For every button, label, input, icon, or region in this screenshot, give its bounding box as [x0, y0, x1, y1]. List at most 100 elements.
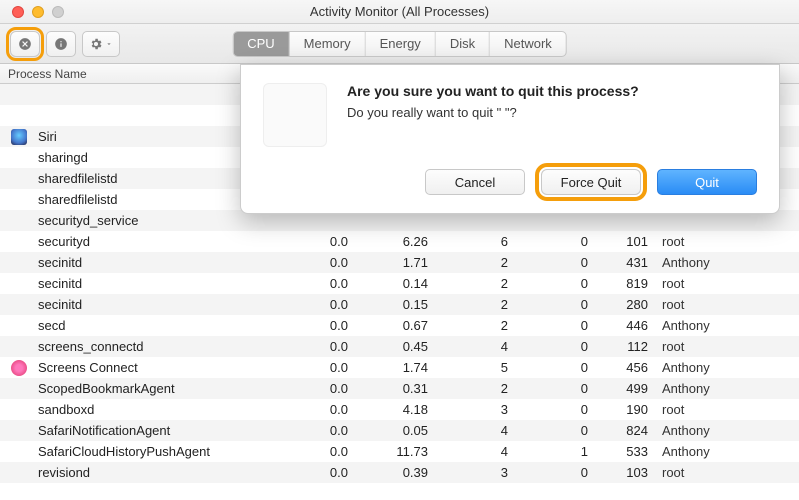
process-col-c1: 0.0: [288, 444, 358, 459]
quit-button[interactable]: Quit: [657, 169, 757, 195]
process-col-c2: 4.18: [358, 402, 438, 417]
table-row[interactable]: SafariCloudHistoryPushAgent0.011.7341533…: [0, 441, 799, 462]
process-name: screens_connectd: [38, 339, 288, 354]
process-name: revisiond: [38, 465, 288, 480]
tab-memory[interactable]: Memory: [290, 32, 366, 56]
table-row[interactable]: ScopedBookmarkAgent0.00.3120499Anthony: [0, 378, 799, 399]
process-col-c4: 0: [518, 276, 598, 291]
process-name: securityd_service: [38, 213, 288, 228]
process-col-c5: 431: [598, 255, 658, 270]
tab-group: CPU Memory Energy Disk Network: [232, 31, 567, 57]
info-button[interactable]: [46, 31, 76, 57]
process-col-c2: 0.39: [358, 465, 438, 480]
process-col-c5: 456: [598, 360, 658, 375]
process-col-c3: 2: [438, 297, 518, 312]
process-col-c5: 533: [598, 444, 658, 459]
process-col-c4: 0: [518, 318, 598, 333]
siri-icon: [11, 129, 27, 145]
process-col-c3: 4: [438, 339, 518, 354]
process-col-c1: 0.0: [288, 465, 358, 480]
process-col-c2: 6.26: [358, 234, 438, 249]
process-col-c4: 0: [518, 402, 598, 417]
process-col-c3: 6: [438, 234, 518, 249]
process-user: root: [658, 234, 791, 249]
process-name: securityd: [38, 234, 288, 249]
dialog-title: Are you sure you want to quit this proce…: [347, 83, 639, 99]
toolbar: CPU Memory Energy Disk Network: [0, 24, 799, 64]
process-col-c1: 0.0: [288, 297, 358, 312]
table-row[interactable]: secinitd0.00.1520280root: [0, 294, 799, 315]
process-col-c2: 11.73: [358, 444, 438, 459]
process-col-c5: 824: [598, 423, 658, 438]
column-header-process-name[interactable]: Process Name: [8, 67, 87, 81]
titlebar: Activity Monitor (All Processes): [0, 0, 799, 24]
process-icon-cell: [0, 129, 38, 145]
process-col-c2: 0.67: [358, 318, 438, 333]
tab-disk[interactable]: Disk: [436, 32, 490, 56]
table-row[interactable]: secd0.00.6720446Anthony: [0, 315, 799, 336]
process-user: root: [658, 465, 791, 480]
table-row[interactable]: SafariNotificationAgent0.00.0540824Antho…: [0, 420, 799, 441]
gear-menu-button[interactable]: [82, 31, 120, 57]
process-col-c1: 0.0: [288, 381, 358, 396]
table-row[interactable]: Screens Connect0.01.7450456Anthony: [0, 357, 799, 378]
process-col-c3: 2: [438, 276, 518, 291]
process-icon-cell: [0, 360, 38, 376]
process-col-c4: 0: [518, 297, 598, 312]
process-col-c3: 2: [438, 255, 518, 270]
tab-network[interactable]: Network: [490, 32, 566, 56]
process-user: root: [658, 402, 791, 417]
process-name: SafariCloudHistoryPushAgent: [38, 444, 288, 459]
process-user: Anthony: [658, 423, 791, 438]
stop-icon: [18, 37, 32, 51]
process-col-c1: 0.0: [288, 402, 358, 417]
process-name: sandboxd: [38, 402, 288, 417]
gear-icon: [89, 37, 103, 51]
process-col-c2: 1.71: [358, 255, 438, 270]
process-col-c1: 0.0: [288, 255, 358, 270]
process-col-c4: 0: [518, 423, 598, 438]
process-col-c4: 0: [518, 234, 598, 249]
process-user: Anthony: [658, 318, 791, 333]
process-name: SafariNotificationAgent: [38, 423, 288, 438]
table-row[interactable]: secinitd0.00.1420819root: [0, 273, 799, 294]
screens-icon: [11, 360, 27, 376]
process-col-c5: 280: [598, 297, 658, 312]
process-name: secinitd: [38, 276, 288, 291]
process-col-c4: 0: [518, 381, 598, 396]
table-row[interactable]: revisiond0.00.3930103root: [0, 462, 799, 483]
table-row[interactable]: secinitd0.01.7120431Anthony: [0, 252, 799, 273]
table-row[interactable]: securityd0.06.2660101root: [0, 231, 799, 252]
process-col-c4: 0: [518, 360, 598, 375]
stop-process-button[interactable]: [10, 31, 40, 57]
force-quit-button[interactable]: Force Quit: [541, 169, 641, 195]
process-col-c2: 0.14: [358, 276, 438, 291]
quit-dialog: Are you sure you want to quit this proce…: [240, 64, 780, 214]
process-col-c3: 2: [438, 318, 518, 333]
table-row[interactable]: sandboxd0.04.1830190root: [0, 399, 799, 420]
tab-energy[interactable]: Energy: [366, 32, 436, 56]
process-col-c3: 4: [438, 423, 518, 438]
process-col-c3: 2: [438, 381, 518, 396]
info-icon: [54, 37, 68, 51]
process-user: root: [658, 276, 791, 291]
process-name: secinitd: [38, 297, 288, 312]
cancel-button[interactable]: Cancel: [425, 169, 525, 195]
process-col-c2: 0.45: [358, 339, 438, 354]
process-col-c1: 0.0: [288, 423, 358, 438]
window-title: Activity Monitor (All Processes): [0, 4, 799, 19]
process-col-c2: 0.05: [358, 423, 438, 438]
process-col-c2: 1.74: [358, 360, 438, 375]
process-col-c3: 5: [438, 360, 518, 375]
process-col-c5: 103: [598, 465, 658, 480]
process-col-c5: 112: [598, 339, 658, 354]
process-col-c3: 3: [438, 465, 518, 480]
process-col-c4: 0: [518, 465, 598, 480]
process-user: root: [658, 297, 791, 312]
dialog-app-icon: [263, 83, 327, 147]
tab-cpu[interactable]: CPU: [233, 32, 289, 56]
table-row[interactable]: screens_connectd0.00.4540112root: [0, 336, 799, 357]
process-col-c5: 819: [598, 276, 658, 291]
chevron-down-icon: [105, 37, 113, 51]
process-name: ScopedBookmarkAgent: [38, 381, 288, 396]
